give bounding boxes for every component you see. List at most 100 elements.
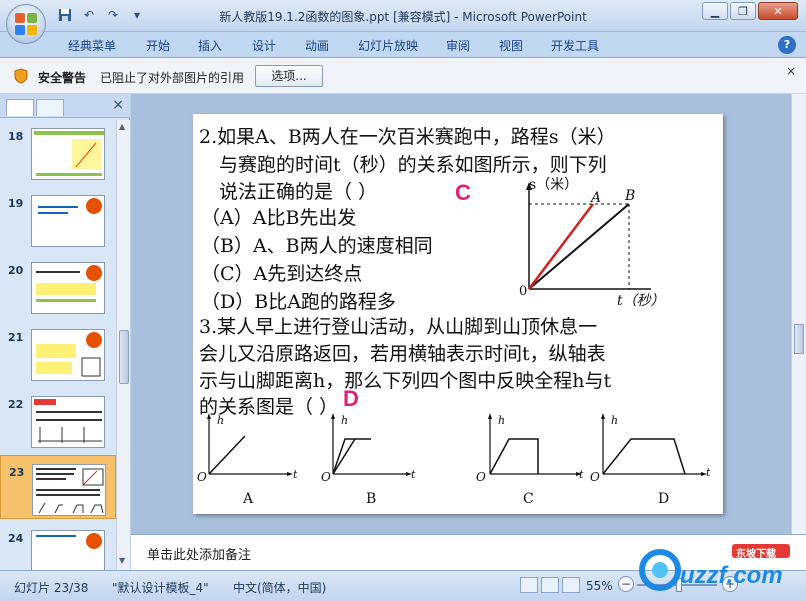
race-line-a-label: A [591,190,602,206]
graph-d-h: h [611,414,619,427]
race-graph-y-label: s（米） [529,177,579,193]
slide-number: 20 [8,264,24,277]
tab-slideshow[interactable]: 幻灯片放映 [358,37,418,54]
race-line-a [528,203,594,290]
graph-a-origin: O [197,470,207,484]
graph-c-t: t [579,468,584,481]
slide-preview [31,195,105,247]
race-line-b-label: B [625,188,636,204]
office-logo-icon [15,13,37,35]
normal-view-button[interactable] [520,577,538,593]
q3-line-1: 3.某人早上进行登山活动，从山脚到山顶休息一 [199,316,598,338]
q3-line-3: 示与山脚距离h，那么下列四个图中反映全程h与t [199,370,612,392]
graph-c-h: h [498,414,506,427]
minimize-button[interactable]: ▁ [702,2,728,20]
zoom-out-button[interactable]: − [618,576,634,592]
slide-preview [31,329,105,381]
security-close-button[interactable]: × [786,64,796,78]
tab-view[interactable]: 视图 [499,37,523,54]
slides-pane-tabs: × [0,94,130,118]
scrollbar-thumb[interactable] [119,330,129,384]
hiking-graphs [207,413,707,476]
help-icon[interactable]: ? [778,36,796,54]
tab-design[interactable]: 设计 [252,37,276,54]
slide-preview [31,396,105,448]
slides-pane: × 18 19 20 21 22 23 24 ▲ ▼ [0,94,130,570]
window-title: 新人教版19.1.2函数的图象.ppt [兼容模式] - Microsoft P… [219,10,587,24]
slides-pane-scrollbar[interactable]: ▲ ▼ [116,120,130,570]
tab-outline[interactable] [36,99,64,116]
slide-counter: 幻灯片 23/38 [14,581,89,595]
options-button[interactable]: 选项... [255,65,323,87]
slide-thumbnail-23[interactable]: 23 [0,455,116,519]
tab-insert[interactable]: 插入 [198,37,222,54]
slide-scrollbar-thumb[interactable] [794,324,804,354]
watermark-text: uzzf.com [680,562,783,589]
window-controls: ▁ ❐ ✕ [702,2,798,20]
tab-review[interactable]: 审阅 [446,37,470,54]
security-warning-bar: 安全警告 已阻止了对外部图片的引用 选项... × [0,58,806,94]
graph-d-t: t [706,466,711,479]
graph-b-t: t [411,468,416,481]
watermark-tag: 东坡下载 [736,549,776,560]
q2-answer: C [455,180,471,205]
language-status[interactable]: 中文(简体，中国) [233,579,326,596]
slideshow-view-button[interactable] [562,577,580,593]
graph-b-origin: O [321,470,331,484]
q2-option-a: （A）A比B先出发 [201,207,357,229]
slide-editing-area: 2.如果A、B两人在一次百米赛跑中，路程s（米） 与赛跑的时间t（秒）的关系如图… [131,94,791,534]
slide-thumbnail-19[interactable]: 19 [0,187,116,251]
race-line-b [528,203,630,290]
slide-preview [31,262,105,314]
tab-classic-menu[interactable]: 经典菜单 [68,37,116,54]
restore-button[interactable]: ❐ [730,2,756,20]
slide-number: 19 [8,197,24,210]
slide-number: 24 [8,532,24,545]
q2-option-c: （C）A先到达终点 [201,263,363,285]
slide-thumbnail-18[interactable]: 18 [0,120,116,184]
slide-sorter-button[interactable] [541,577,559,593]
slide-thumbnail-22[interactable]: 22 [0,388,116,452]
graph-a-t: t [293,468,298,481]
notes-placeholder[interactable]: 单击此处添加备注 [147,544,251,563]
tab-slides[interactable] [6,99,34,116]
graph-a-label: A [243,491,254,507]
uzzf-watermark: uzzf.com 东坡下载 [636,540,796,592]
graph-b-h: h [341,414,349,427]
slide-thumbnail-24[interactable]: 24 [0,522,116,570]
current-slide[interactable]: 2.如果A、B两人在一次百米赛跑中，路程s（米） 与赛跑的时间t（秒）的关系如图… [193,114,723,514]
slide-scrollbar[interactable] [791,94,806,534]
q2-option-d: （D）B比A跑的路程多 [201,291,396,313]
graph-c-label: C [523,491,534,507]
race-graph-origin: 0 [519,284,528,299]
slide-number: 22 [8,398,24,411]
slide-thumbnails: 18 19 20 21 22 23 24 [0,120,116,570]
q2-line-1: 2.如果A、B两人在一次百米赛跑中，路程s（米） [199,126,616,148]
slide-thumbnail-20[interactable]: 20 [0,254,116,318]
race-graph-x-label: t（秒） [617,293,665,309]
shield-icon [14,68,28,84]
graph-b-label: B [366,491,377,507]
tab-home[interactable]: 开始 [146,37,170,54]
slides-pane-close-button[interactable]: × [112,97,124,113]
slide-number: 23 [9,466,25,479]
tab-animations[interactable]: 动画 [305,37,329,54]
office-button[interactable] [6,4,46,44]
slide-thumbnail-21[interactable]: 21 [0,321,116,385]
scroll-up-icon[interactable]: ▲ [119,122,125,131]
slide-preview [31,530,105,570]
q3-line-2: 会儿又沿原路返回，若用横轴表示时间t，纵轴表 [199,343,606,365]
tab-developer[interactable]: 开发工具 [551,37,599,54]
scroll-down-icon[interactable]: ▼ [119,556,125,565]
graph-c-origin: O [476,470,486,484]
zoom-level[interactable]: 55% [586,579,613,593]
graph-a-h: h [217,414,225,427]
ribbon-tabs: 经典菜单 开始 插入 设计 动画 幻灯片放映 审阅 视图 开发工具 ? [0,32,806,58]
q2-line-3: 说法正确的是（ ） [219,181,378,203]
graph-d-origin: O [590,470,600,484]
close-button[interactable]: ✕ [758,2,798,20]
slide-number: 18 [8,130,24,143]
q2-option-b: （B）A、B两人的速度相同 [201,235,433,257]
security-title: 安全警告 [38,71,87,85]
theme-name: "默认设计模板_4" [112,581,209,595]
